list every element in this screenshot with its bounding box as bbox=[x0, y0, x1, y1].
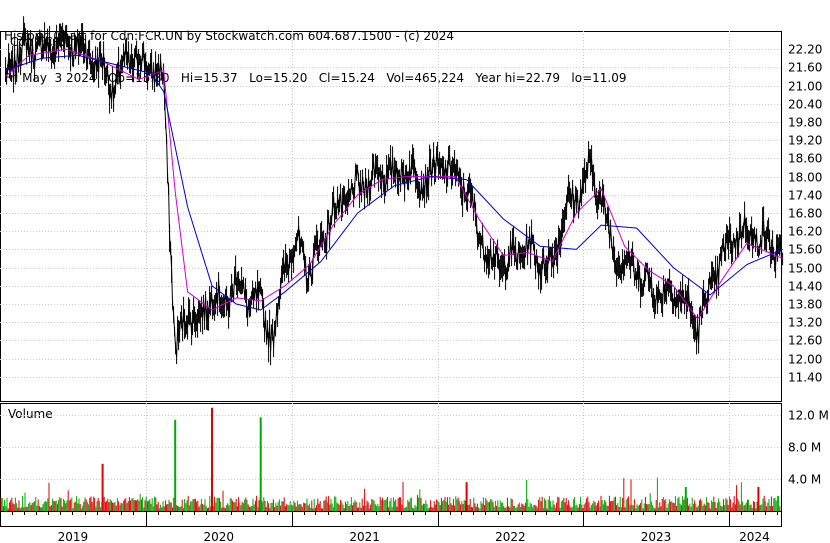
price-tick-label: 15.60 bbox=[788, 243, 822, 257]
year-tick-label: 2023 bbox=[641, 530, 672, 543]
volume-panel-title: Volume bbox=[8, 407, 53, 421]
volume-panel: Volume 12.0 M 8.0 M 4.0 M bbox=[0, 403, 829, 512]
price-tick-label: 17.40 bbox=[788, 189, 822, 203]
price-bars bbox=[5, 16, 784, 366]
year-tick-label: 2020 bbox=[203, 530, 234, 543]
volume-bars bbox=[0, 407, 781, 511]
volume-tick-label: 4.0 M bbox=[788, 473, 821, 487]
long-moving-average-line bbox=[5, 54, 783, 311]
price-tick-label: 14.40 bbox=[788, 280, 822, 294]
price-tick-label: 19.20 bbox=[788, 134, 822, 148]
price-tick-label: 13.80 bbox=[788, 298, 822, 312]
stock-chart: 22.20 21.60 21.00 20.40 19.80 19.20 18.60 18.00… bbox=[0, 16, 829, 543]
price-tick-label: 18.00 bbox=[788, 171, 822, 185]
price-tick-label: 22.20 bbox=[788, 43, 822, 57]
price-tick-label: 16.20 bbox=[788, 225, 822, 239]
x-axis-frame bbox=[0, 511, 782, 527]
volume-frame bbox=[0, 403, 782, 512]
price-tick-label: 18.60 bbox=[788, 152, 822, 166]
price-tick-label: 21.60 bbox=[788, 61, 822, 75]
year-tick-label: 2024 bbox=[739, 530, 770, 543]
price-tick-label: 13.20 bbox=[788, 316, 822, 330]
year-tick-label: 2019 bbox=[58, 530, 89, 543]
price-panel: 22.20 21.60 21.00 20.40 19.80 19.20 18.60 18.00… bbox=[0, 16, 822, 402]
price-tick-label: 19.80 bbox=[788, 116, 822, 130]
year-tick-label: 2022 bbox=[495, 530, 526, 543]
volume-tick-label: 12.0 M bbox=[788, 409, 829, 423]
price-tick-label: 12.60 bbox=[788, 334, 822, 348]
short-moving-average-line bbox=[5, 48, 783, 320]
x-axis: 2019 2020 2021 2022 2023 2024 bbox=[0, 511, 782, 543]
price-tick-label: 21.00 bbox=[788, 80, 822, 94]
price-tick-label: 16.80 bbox=[788, 207, 822, 221]
price-tick-label: 12.00 bbox=[788, 353, 822, 367]
year-tick-label: 2021 bbox=[349, 530, 380, 543]
price-tick-label: 20.40 bbox=[788, 98, 822, 112]
price-tick-label: 15.00 bbox=[788, 262, 822, 276]
price-series-line bbox=[5, 28, 784, 358]
price-tick-label: 11.40 bbox=[788, 371, 822, 385]
volume-tick-label: 8.0 M bbox=[788, 441, 821, 455]
